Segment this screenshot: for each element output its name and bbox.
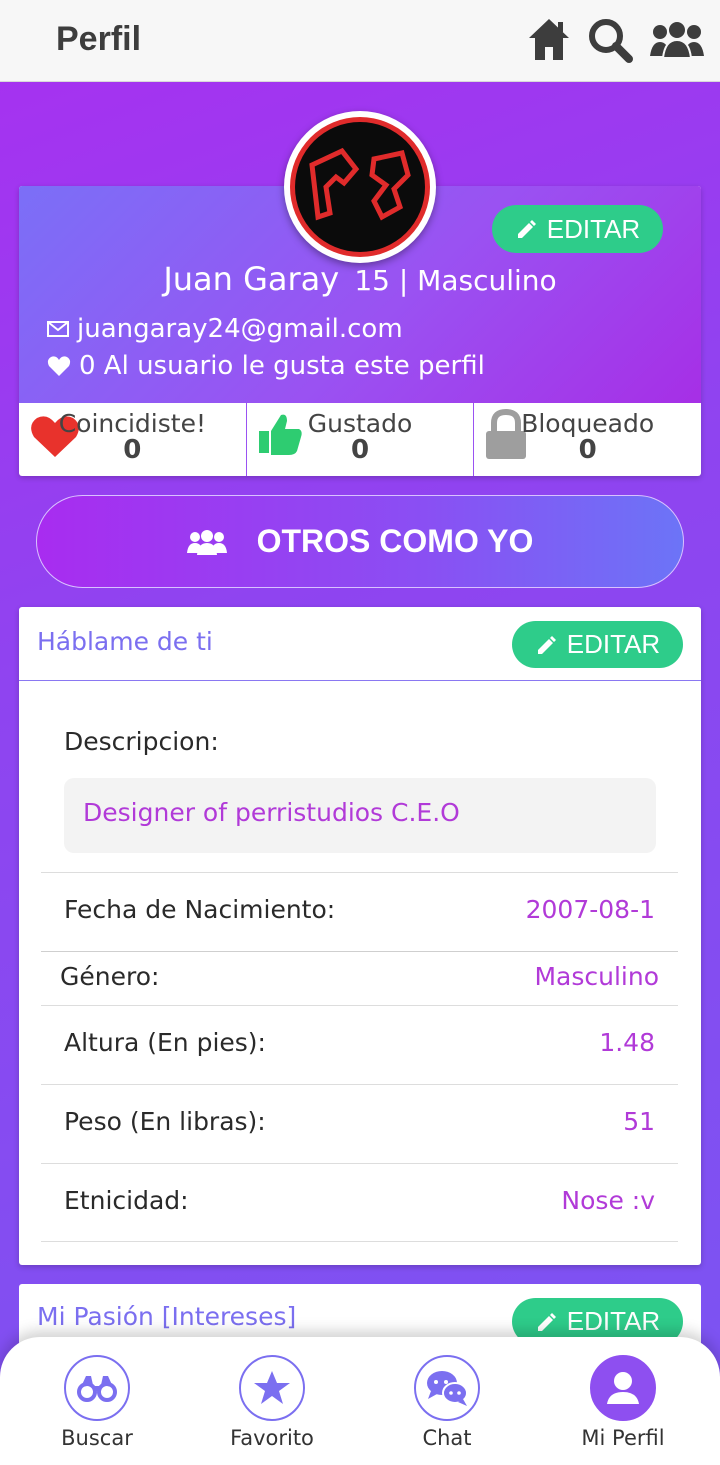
stat-value: 0 — [578, 435, 597, 465]
user-icon — [590, 1355, 656, 1421]
nav-chat[interactable]: Chat — [372, 1337, 522, 1465]
nav-buscar[interactable]: Buscar — [22, 1337, 172, 1465]
nav-label: Mi Perfil — [581, 1426, 665, 1450]
likes-line: 0 Al usuario le gusta este perfil — [47, 351, 485, 381]
app-bar: Perfil — [0, 0, 720, 82]
nav-label: Favorito — [230, 1426, 314, 1450]
pencil-icon — [537, 635, 556, 654]
field-label: Fecha de Nacimiento: — [64, 895, 336, 924]
field-value: 1.48 — [599, 1028, 655, 1057]
likes-text: 0 Al usuario le gusta este perfil — [79, 351, 485, 381]
nav-label: Buscar — [61, 1426, 133, 1450]
stats-bar: Coincidiste! 0 Gustado 0 Bloqueado 0 — [19, 403, 701, 476]
nav-label: Chat — [422, 1426, 472, 1450]
field-label: Peso (En libras): — [64, 1107, 266, 1136]
field-value: 51 — [623, 1107, 655, 1136]
bottom-nav: Buscar Favorito Chat Mi Perfil — [0, 1337, 720, 1465]
field-label: Altura (En pies): — [64, 1028, 266, 1057]
stat-matches[interactable]: Coincidiste! 0 — [19, 403, 247, 476]
edit-about-button[interactable]: EDITAR — [512, 621, 683, 668]
stat-value: 0 — [123, 435, 142, 465]
nav-mi-perfil[interactable]: Mi Perfil — [548, 1337, 698, 1465]
stat-label: Coincidiste! — [58, 409, 206, 438]
home-icon[interactable] — [526, 16, 572, 66]
stat-label: Gustado — [307, 409, 413, 438]
edit-profile-button[interactable]: EDITAR — [492, 205, 663, 253]
mail-icon — [47, 321, 69, 337]
edit-label: EDITAR — [566, 1306, 661, 1336]
nav-favorito[interactable]: Favorito — [197, 1337, 347, 1465]
field-row-weight: Peso (En libras): 51 — [41, 1084, 678, 1163]
field-value: Masculino — [534, 962, 659, 991]
others-like-me-button[interactable]: OTROS COMO YO — [36, 495, 684, 588]
heart-outline-icon — [47, 356, 71, 376]
stat-liked[interactable]: Gustado 0 — [247, 403, 475, 476]
age-gender: 15 | Masculino — [354, 264, 557, 297]
email-line: juangaray24@gmail.com — [47, 314, 403, 344]
star-icon — [239, 1355, 305, 1421]
stat-label: Bloqueado — [521, 409, 655, 438]
chat-icon — [414, 1355, 480, 1421]
others-label: OTROS COMO YO — [256, 523, 534, 559]
description-box: Designer of perristudios C.E.O — [64, 778, 656, 853]
page-title: Perfil — [56, 20, 142, 58]
field-row-birthdate: Fecha de Nacimiento: 2007-08-1 — [41, 872, 678, 951]
stat-value: 0 — [350, 435, 370, 465]
field-value: 2007-08-1 — [525, 895, 655, 924]
pencil-icon — [517, 220, 536, 238]
search-icon[interactable] — [586, 16, 634, 68]
field-value: Nose :v — [561, 1186, 655, 1215]
passion-title: Mi Pasión [Intereses] — [37, 1302, 297, 1331]
pencil-icon — [537, 1312, 556, 1331]
field-label: Etnicidad: — [64, 1186, 189, 1215]
about-card: Háblame de ti EDITAR Descripcion: Design… — [19, 607, 701, 1265]
user-email: juangaray24@gmail.com — [77, 314, 403, 344]
section-divider — [19, 680, 701, 681]
group-icon[interactable] — [650, 20, 704, 64]
field-label: Género: — [60, 962, 160, 991]
group-icon — [186, 529, 227, 555]
edit-label: EDITAR — [546, 213, 641, 244]
about-title: Háblame de ti — [37, 627, 213, 656]
field-row-height: Altura (En pies): 1.48 — [41, 1005, 678, 1084]
field-row-gender: Género: Masculino — [41, 951, 678, 1005]
field-row-ethnicity: Etnicidad: Nose :v — [41, 1163, 678, 1242]
avatar[interactable] — [284, 111, 436, 263]
name-line: Juan Garay 15 | Masculino — [19, 260, 701, 298]
user-name: Juan Garay — [163, 260, 340, 298]
edit-label: EDITAR — [566, 629, 661, 659]
binoculars-icon — [64, 1355, 130, 1421]
stat-blocked[interactable]: Bloqueado 0 — [474, 403, 701, 476]
description-label: Descripcion: — [64, 727, 219, 756]
